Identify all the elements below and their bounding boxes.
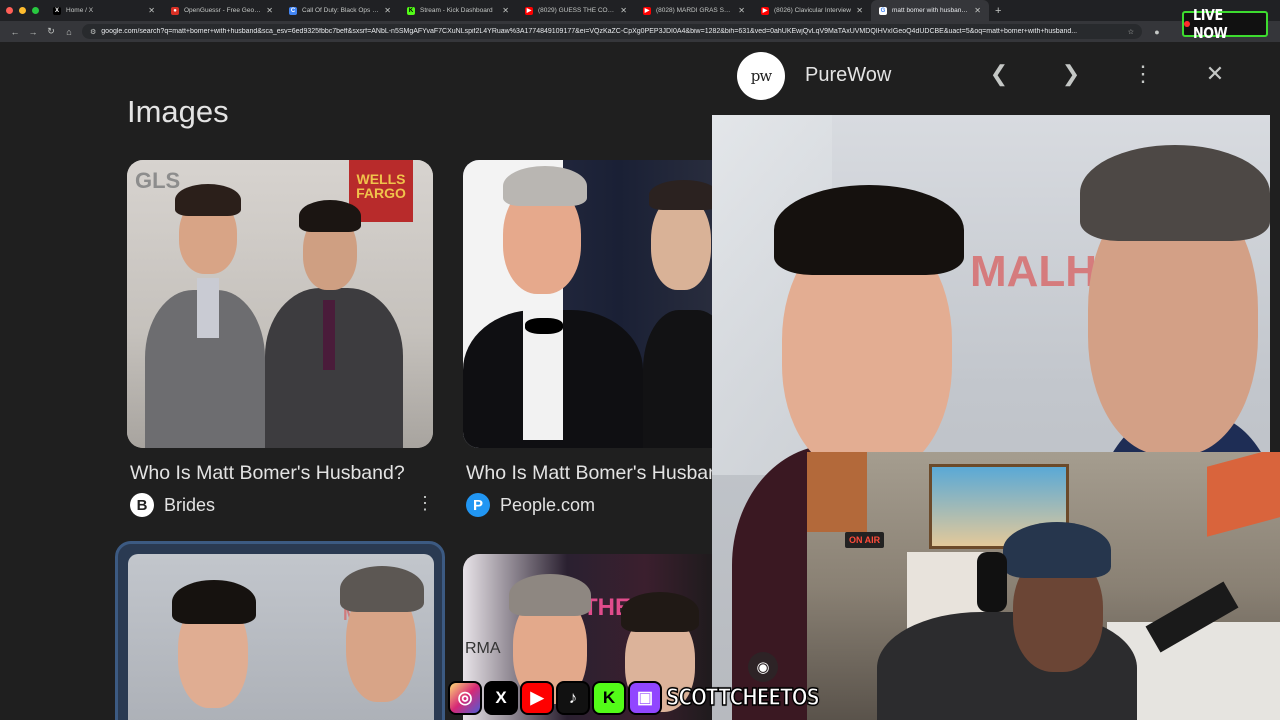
tab-title: matt bomer with husband - Google Search xyxy=(892,7,970,14)
tab-title: (8026) Clavicular Interview xyxy=(774,7,851,14)
url-text: google.com/search?q=matt+bomer+with+husb… xyxy=(101,28,1078,35)
tab-title: (8028) MARDI GRAS SMOKE xyxy=(656,7,735,14)
browser-tab[interactable]: C Call Of Duty: Black Ops 7 Season ✕ xyxy=(281,0,399,21)
forward-icon[interactable]: → xyxy=(24,27,42,37)
result-photo: MALH xyxy=(118,544,442,720)
backdrop-logo-text: MALH xyxy=(970,247,1098,296)
tab-close-icon[interactable]: ✕ xyxy=(384,6,391,15)
youtube-icon: ▶ xyxy=(643,6,651,15)
social-handle-bar: ◎ X ▶ ♪ K ▣ SCOTTCHEETOS xyxy=(448,680,852,716)
previous-arrow-icon[interactable]: ❮ xyxy=(985,60,1013,88)
webcam-overlay: ON AIR xyxy=(807,452,1280,720)
live-dot-icon xyxy=(1184,21,1190,27)
browser-tab[interactable]: ● OpenGuessr - Free GeoGuessr Alternativ… xyxy=(163,0,281,21)
window-controls xyxy=(0,7,45,14)
google-lens-icon[interactable]: ◉ xyxy=(748,652,778,682)
close-preview-icon[interactable]: ✕ xyxy=(1201,60,1229,88)
more-options-icon[interactable]: ⋮ xyxy=(1129,60,1157,88)
result-source[interactable]: P People.com xyxy=(466,493,595,517)
new-tab-icon[interactable]: + xyxy=(995,5,1001,17)
youtube-icon: ▶ xyxy=(525,6,533,15)
address-bar[interactable]: ⚙ google.com/search?q=matt+bomer+with+hu… xyxy=(82,24,1142,39)
profile-icon[interactable]: ● xyxy=(1148,27,1166,37)
tab-close-icon[interactable]: ✕ xyxy=(502,6,509,15)
purewow-logo[interactable]: pw xyxy=(737,52,785,100)
streamer-handle: SCOTTCHEETOS xyxy=(665,684,820,712)
tab-title: (8029) GUESS THE COMEDIAN xyxy=(538,7,617,14)
openguessr-icon: ● xyxy=(171,6,179,15)
cod-icon: C xyxy=(289,6,297,15)
kick-icon: K xyxy=(592,681,626,715)
source-name: Brides xyxy=(164,494,216,515)
browser-tab-strip: X Home / X ✕ ● OpenGuessr - Free GeoGues… xyxy=(0,0,1280,21)
images-section-title: Images xyxy=(127,94,229,129)
close-window-icon[interactable] xyxy=(6,7,13,14)
brides-icon: B xyxy=(130,493,154,517)
result-title[interactable]: Who Is Matt Bomer's Husband? xyxy=(466,462,712,485)
browser-tab[interactable]: ▶ (8028) MARDI GRAS SMOKE ✕ xyxy=(635,0,753,21)
preview-header: pw PureWow ❮ ❯ ⋮ ✕ xyxy=(712,42,1280,115)
maximize-window-icon[interactable] xyxy=(32,7,39,14)
image-result-thumbnail[interactable] xyxy=(463,160,712,448)
tab-close-icon[interactable]: ✕ xyxy=(148,6,155,15)
source-name: People.com xyxy=(500,494,596,515)
search-results: Images GLS WELLS FARGO Who Is Matt Bomer'… xyxy=(0,42,712,720)
reload-icon[interactable]: ↻ xyxy=(42,26,60,37)
result-photo xyxy=(463,160,712,448)
home-icon[interactable]: ⌂ xyxy=(60,27,78,37)
tab-close-icon[interactable]: ✕ xyxy=(266,6,273,15)
browser-tab[interactable]: ▶ (8029) GUESS THE COMEDIAN ✕ xyxy=(517,0,635,21)
result-title[interactable]: Who Is Matt Bomer's Husband? xyxy=(130,462,405,485)
tab-close-icon[interactable]: ✕ xyxy=(738,6,745,15)
browser-tab[interactable]: X Home / X ✕ xyxy=(45,0,163,21)
browser-tab-active[interactable]: G matt bomer with husband - Google Searc… xyxy=(871,0,989,21)
result-photo: GLS WELLS FARGO xyxy=(127,160,433,448)
tab-title: Home / X xyxy=(66,7,94,14)
tiktok-icon: ♪ xyxy=(556,681,590,715)
browser-toolbar: ← → ↻ ⌂ ⚙ google.com/search?q=matt+bomer… xyxy=(0,21,1280,42)
tab-title: Call Of Duty: Black Ops 7 Season xyxy=(302,7,380,14)
preview-site-name[interactable]: PureWow xyxy=(805,64,891,87)
google-icon: G xyxy=(879,6,887,15)
browser-tab[interactable]: ▶ (8026) Clavicular Interview ✕ xyxy=(753,0,871,21)
x-icon: X xyxy=(53,6,61,15)
youtube-icon: ▶ xyxy=(761,6,769,15)
live-now-badge: LIVE NOW xyxy=(1182,6,1268,42)
tab-close-icon[interactable]: ✕ xyxy=(974,6,981,15)
tab-close-icon[interactable]: ✕ xyxy=(856,6,863,15)
result-source[interactable]: B Brides xyxy=(130,493,215,517)
people-icon: P xyxy=(466,493,490,517)
twitch-icon: ▣ xyxy=(628,681,662,715)
tab-title: OpenGuessr - Free GeoGuessr Alternative xyxy=(184,7,262,14)
tab-title: Stream - Kick Dashboard xyxy=(420,7,493,14)
image-result-thumbnail-selected[interactable]: MALH xyxy=(115,541,445,720)
youtube-icon: ▶ xyxy=(520,681,554,715)
instagram-icon: ◎ xyxy=(448,681,482,715)
x-icon: X xyxy=(484,681,518,715)
bookmark-star-icon[interactable]: ☆ xyxy=(1128,28,1134,36)
on-air-sign: ON AIR xyxy=(845,532,885,548)
live-now-text: LIVE NOW xyxy=(1192,6,1228,42)
more-options-icon[interactable]: ⋮ xyxy=(416,494,434,512)
image-result-thumbnail[interactable]: GLS WELLS FARGO xyxy=(127,160,433,448)
minimize-window-icon[interactable] xyxy=(19,7,26,14)
kick-icon: K xyxy=(407,6,415,15)
browser-tab[interactable]: K Stream - Kick Dashboard ✕ xyxy=(399,0,517,21)
back-icon[interactable]: ← xyxy=(6,27,24,37)
next-arrow-icon[interactable]: ❯ xyxy=(1057,60,1085,88)
tab-close-icon[interactable]: ✕ xyxy=(620,6,627,15)
site-info-icon[interactable]: ⚙ xyxy=(90,28,96,36)
